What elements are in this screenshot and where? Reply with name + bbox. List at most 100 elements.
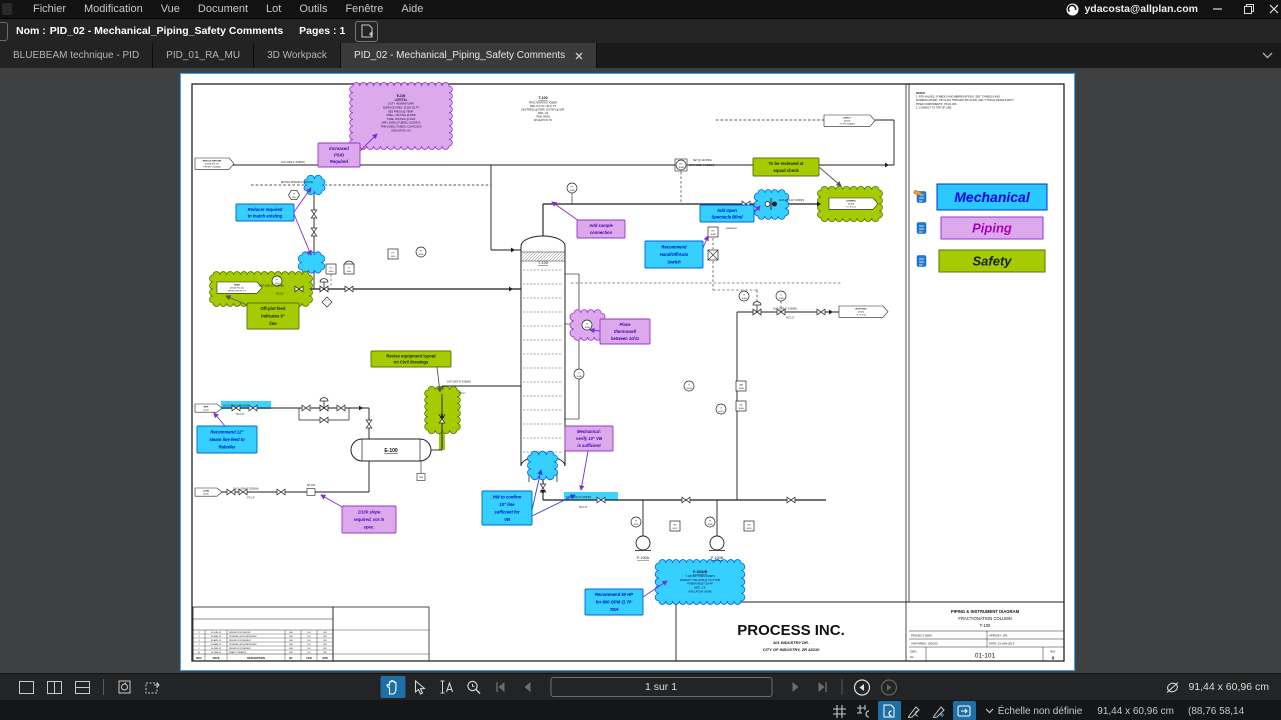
grid-icon[interactable] bbox=[828, 701, 851, 720]
snap-to-content-icon[interactable] bbox=[878, 701, 901, 720]
svg-text:DISTLT: DISTLT bbox=[843, 117, 851, 119]
markup-callout[interactable]: Add OpenSpectacle Blind bbox=[700, 205, 760, 222]
detach-page-icon[interactable] bbox=[140, 676, 165, 698]
legend-piping[interactable]: Piping bbox=[917, 217, 1043, 239]
markup-callout[interactable]: Recommend 50 HPfor 800 GPM @ 70'TDH bbox=[585, 581, 667, 615]
svg-text:HW: HW bbox=[289, 636, 293, 638]
menu-fichier[interactable]: Fichier bbox=[24, 0, 75, 18]
document-page[interactable]: PT100APIC100API100JFI1001FY1000FI1000FT2… bbox=[180, 73, 1075, 671]
svg-text:Place: Place bbox=[620, 322, 632, 327]
svg-text:PROCESS INC.: PROCESS INC. bbox=[737, 622, 845, 639]
svg-text:CITY OF INDUSTRY, ZR 43210: CITY OF INDUSTRY, ZR 43210 bbox=[763, 647, 820, 652]
next-view-button[interactable] bbox=[876, 676, 901, 698]
revision-table: REVDATEDESCRIPTIONBYCKDAPD501-JUN-13ISSU… bbox=[193, 607, 429, 661]
legend-safety[interactable]: Safety bbox=[917, 250, 1045, 272]
markup-callout[interactable]: Reducer requiredto match existing bbox=[236, 188, 311, 255]
sync-views-icon[interactable] bbox=[112, 676, 137, 698]
svg-text:HS: HS bbox=[747, 525, 751, 527]
svg-text:100A: 100A bbox=[738, 387, 744, 390]
tab-pid-01-ra-mu[interactable]: PID_01_RA_MU bbox=[153, 43, 254, 68]
menu-aide[interactable]: Aide bbox=[392, 0, 432, 18]
markup-callout[interactable]: Add sampleconnection bbox=[552, 202, 625, 238]
note-icon bbox=[917, 256, 926, 267]
cursor-coordinates: (88,76 58,14 bbox=[1188, 706, 1274, 717]
status-bar: Échelle non définie 91,44 x 60,96 cm (88… bbox=[0, 700, 1281, 720]
menu-fen-tre[interactable]: Fenêtre bbox=[336, 0, 392, 18]
minimize-button[interactable] bbox=[1207, 1, 1229, 17]
svg-text:for 800 GPM @ 70': for 800 GPM @ 70' bbox=[596, 600, 634, 605]
title-block: PROCESS INC.101 INDUSTRY DR.CITY OF INDU… bbox=[737, 609, 1064, 661]
close-button[interactable] bbox=[1269, 1, 1279, 17]
markup-callout[interactable]: 1/100 sloperequired, not inspec. bbox=[321, 495, 396, 533]
next-page-button[interactable] bbox=[782, 676, 807, 698]
single-pane-icon[interactable] bbox=[14, 676, 39, 698]
tab-3d-workpack[interactable]: 3D Workpack bbox=[254, 43, 341, 68]
svg-text:(2008) HS-101: (2008) HS-101 bbox=[205, 164, 220, 166]
tab-pid-02-mechanical-piping-safety-comments[interactable]: PID_02 - Mechanical_Piping_Safety Commen… bbox=[341, 43, 597, 68]
zoom-tool-button[interactable] bbox=[461, 676, 486, 698]
markup-legend[interactable]: Mechanical Piping Safety bbox=[914, 184, 1048, 272]
svg-text:REV: REV bbox=[196, 656, 202, 660]
markup-callout[interactable]: Revise equipment layouton Civil drawings bbox=[371, 351, 451, 392]
reuse-markup-icon[interactable] bbox=[953, 701, 976, 720]
split-horizontal-icon[interactable] bbox=[70, 676, 95, 698]
first-page-button[interactable] bbox=[488, 676, 513, 698]
svg-text:Add sample: Add sample bbox=[588, 223, 613, 228]
menu-document[interactable]: Document bbox=[189, 0, 257, 18]
tab-overflow-chevron[interactable] bbox=[1262, 43, 1281, 68]
markup-callout[interactable]: Mechanical:verify 10" VBis sufficient bbox=[565, 426, 613, 490]
previous-view-button[interactable] bbox=[849, 676, 874, 698]
svg-text:LIU: LIU bbox=[307, 636, 311, 638]
markup-edit-icon[interactable] bbox=[928, 701, 951, 720]
menu-modification[interactable]: Modification bbox=[75, 0, 152, 18]
page-indicator[interactable]: 1 sur 1 bbox=[550, 677, 772, 697]
tab-label: 3D Workpack bbox=[267, 50, 327, 61]
svg-text:SP-100: SP-100 bbox=[307, 484, 316, 487]
select-tool-button[interactable] bbox=[407, 676, 432, 698]
svg-text:01-JAN-13: 01-JAN-13 bbox=[211, 651, 222, 654]
pan-tool-button[interactable] bbox=[380, 676, 405, 698]
scale-selector[interactable]: Échelle non définie bbox=[985, 706, 1083, 717]
tab-bluebeam-technique-pid[interactable]: BLUEBEAM technique - PID bbox=[0, 43, 153, 68]
markup-callout[interactable]: To be reviewed atsquad check bbox=[753, 158, 841, 186]
last-page-button[interactable] bbox=[809, 676, 834, 698]
svg-text:REFLUX RETURN: REFLUX RETURN bbox=[203, 160, 222, 162]
svg-text:verify 10" VB: verify 10" VB bbox=[576, 436, 602, 441]
svg-text:LIU: LIU bbox=[307, 640, 311, 642]
menu-outils[interactable]: Outils bbox=[290, 0, 336, 18]
svg-text:APPD BY: JFK: APPD BY: JFK bbox=[989, 634, 1008, 638]
svg-text:Mechanical: Mechanical bbox=[954, 189, 1031, 205]
snap-to-grid-icon[interactable] bbox=[853, 701, 876, 720]
app-icon[interactable] bbox=[2, 3, 12, 15]
menu-lot[interactable]: Lot bbox=[257, 0, 290, 18]
svg-text:Safety: Safety bbox=[972, 254, 1012, 269]
svg-text:1/100 slope: 1/100 slope bbox=[358, 509, 381, 514]
svg-text:OVERHD: OVERHD bbox=[846, 200, 856, 202]
svg-text:1000: 1000 bbox=[419, 254, 425, 256]
markup-callout[interactable]: RecommendHand/Off/AutoSwitch bbox=[645, 236, 708, 268]
panel-handle-icon[interactable] bbox=[0, 22, 8, 41]
svg-text:HS: HS bbox=[711, 231, 715, 233]
legend-mechanical[interactable]: Mechanical bbox=[914, 184, 1048, 210]
svg-text:10-LS-1002-6"-S150(H): 10-LS-1002-6"-S150(H) bbox=[223, 405, 248, 408]
markup-callout[interactable]: HW to confirm10" linesufficient forVB bbox=[482, 470, 575, 525]
svg-text:(2006): (2006) bbox=[848, 204, 855, 206]
svg-text:HW: HW bbox=[289, 652, 293, 654]
svg-text:ISSUED FOR DESIGN: ISSUED FOR DESIGN bbox=[229, 632, 251, 634]
svg-text:JFK: JFK bbox=[323, 636, 327, 638]
svg-text:TRIM (SHELL/TUBES): CS/ACCESS: TRIM (SHELL/TUBES): CS/ACCESS bbox=[380, 126, 422, 129]
doc-pages-label: Pages : 1 bbox=[299, 25, 345, 37]
snap-to-markup-icon[interactable] bbox=[903, 701, 926, 720]
markup-callouts[interactable]: IncreasedPSIGRequiredReducer requiredto … bbox=[197, 134, 841, 615]
menu-vue[interactable]: Vue bbox=[152, 0, 189, 18]
split-vertical-icon[interactable] bbox=[42, 676, 67, 698]
markup-callout[interactable]: Recommend 12"steam line feed toReboiler bbox=[197, 413, 257, 453]
tab-close-icon[interactable] bbox=[575, 52, 583, 60]
restore-button[interactable] bbox=[1238, 1, 1260, 17]
previous-page-button[interactable] bbox=[515, 676, 540, 698]
svg-text:COND: COND bbox=[203, 490, 210, 492]
page-thumbnail-button[interactable] bbox=[355, 21, 378, 42]
svg-text:100D: 100D bbox=[633, 524, 639, 526]
account-widget[interactable]: ydacosta@allplan.com bbox=[1066, 3, 1198, 16]
select-text-icon[interactable] bbox=[434, 676, 459, 698]
